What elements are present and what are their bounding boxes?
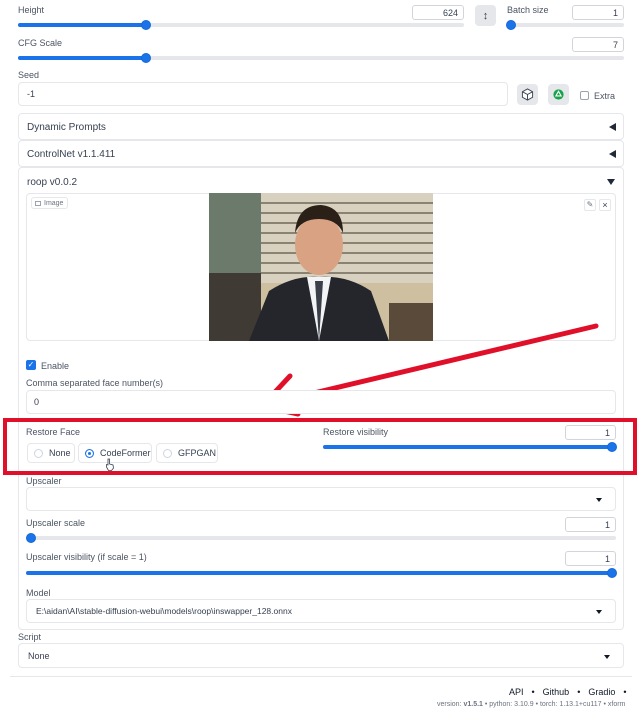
face-numbers-label: Comma separated face number(s) — [26, 378, 164, 388]
image-tag: Image — [31, 197, 69, 209]
swap-icon: ↕ — [482, 9, 489, 22]
height-slider-thumb[interactable] — [141, 20, 151, 30]
upscaler-visibility-slider-thumb[interactable] — [607, 568, 617, 578]
dropdown-caret-icon — [596, 498, 602, 502]
upscaler-dropdown[interactable] — [26, 487, 616, 511]
roop-title[interactable]: roop v0.0.2 — [27, 177, 77, 188]
version-info: version: v1.5.1 • python: 3.10.9 • torch… — [437, 701, 625, 708]
controlnet-accordion[interactable]: ControlNet v1.1.411 — [18, 140, 624, 167]
upscaler-scale-number-input[interactable]: 1 — [565, 517, 616, 532]
dropdown-caret-icon — [596, 610, 602, 614]
face-numbers-input[interactable]: 0 — [26, 390, 616, 414]
cfg-scale-number-input[interactable]: 7 — [572, 37, 624, 52]
cfg-scale-label: CFG Scale — [18, 38, 63, 48]
gradio-link[interactable]: Gradio — [588, 687, 615, 697]
enable-checkbox[interactable]: ✓ — [26, 360, 36, 370]
extra-label: Extra — [594, 91, 616, 101]
upscaler-scale-label: Upscaler scale — [26, 518, 86, 528]
model-dropdown[interactable]: E:\aidan\AI\stable-diffusion-webui\model… — [26, 599, 616, 623]
model-label: Model — [26, 588, 51, 598]
enable-label: Enable — [41, 361, 70, 371]
github-link[interactable]: Github — [543, 687, 570, 697]
face-photo-illustration — [209, 193, 433, 341]
upscaler-visibility-number-input[interactable]: 1 — [565, 551, 616, 566]
batch-size-label: Batch size — [507, 5, 549, 15]
reuse-seed-button[interactable] — [548, 84, 569, 105]
height-slider-fill — [18, 23, 146, 27]
separator-dot: • — [577, 687, 581, 697]
script-dropdown[interactable]: None — [18, 643, 624, 668]
controlnet-title: ControlNet v1.1.411 — [27, 149, 116, 160]
batch-size-slider-thumb[interactable] — [506, 20, 516, 30]
expand-arrow-icon[interactable] — [607, 179, 615, 185]
image-icon — [35, 200, 41, 206]
batch-size-number-input[interactable]: 1 — [572, 5, 624, 20]
script-value: None — [28, 651, 50, 661]
panel-divider — [10, 676, 632, 677]
model-value: E:\aidan\AI\stable-diffusion-webui\model… — [36, 606, 292, 616]
collapse-arrow-icon[interactable] — [609, 123, 616, 131]
dropdown-caret-icon — [604, 655, 610, 659]
cfg-scale-slider-thumb[interactable] — [141, 53, 151, 63]
footer-links: API • Github • Gradio • — [509, 687, 627, 697]
dynamic-prompts-title: Dynamic Prompts — [27, 122, 106, 133]
api-link[interactable]: API — [509, 687, 524, 697]
upscaler-scale-slider[interactable] — [26, 536, 616, 540]
swap-dimensions-button[interactable]: ↕ — [475, 5, 496, 26]
seed-label: Seed — [18, 70, 40, 80]
recycle-icon — [553, 89, 564, 100]
extra-checkbox[interactable] — [580, 91, 589, 100]
version-prefix: version: — [437, 701, 464, 708]
python-torch-info: • python: 3.10.9 • torch: 1.13.1+cu117 •… — [482, 701, 626, 708]
seed-input[interactable]: -1 — [18, 82, 508, 106]
image-label: Image — [44, 199, 64, 207]
upscaler-visibility-slider[interactable] — [26, 571, 614, 575]
annotation-highlight-box — [3, 418, 637, 475]
dynamic-prompts-accordion[interactable]: Dynamic Prompts — [18, 113, 624, 140]
script-label: Script — [18, 632, 42, 642]
batch-size-slider[interactable] — [507, 23, 624, 27]
dice-icon — [521, 88, 534, 101]
upscaler-label: Upscaler — [26, 476, 62, 486]
upscaler-visibility-label: Upscaler visibility (if scale = 1) — [26, 552, 147, 562]
random-seed-button[interactable] — [517, 84, 538, 105]
version-number[interactable]: v1.5.1 — [463, 701, 482, 708]
cfg-scale-slider-fill — [18, 56, 146, 60]
separator-dot: • — [531, 687, 535, 697]
face-source-image — [209, 193, 433, 341]
edit-icon[interactable]: ✎ — [584, 199, 596, 211]
height-number-input[interactable]: 624 — [412, 5, 464, 20]
height-label: Height — [18, 5, 45, 15]
collapse-arrow-icon[interactable] — [609, 150, 616, 158]
separator-dot: • — [623, 687, 627, 697]
clear-image-icon[interactable]: × — [599, 199, 611, 211]
upscaler-scale-slider-thumb[interactable] — [26, 533, 36, 543]
